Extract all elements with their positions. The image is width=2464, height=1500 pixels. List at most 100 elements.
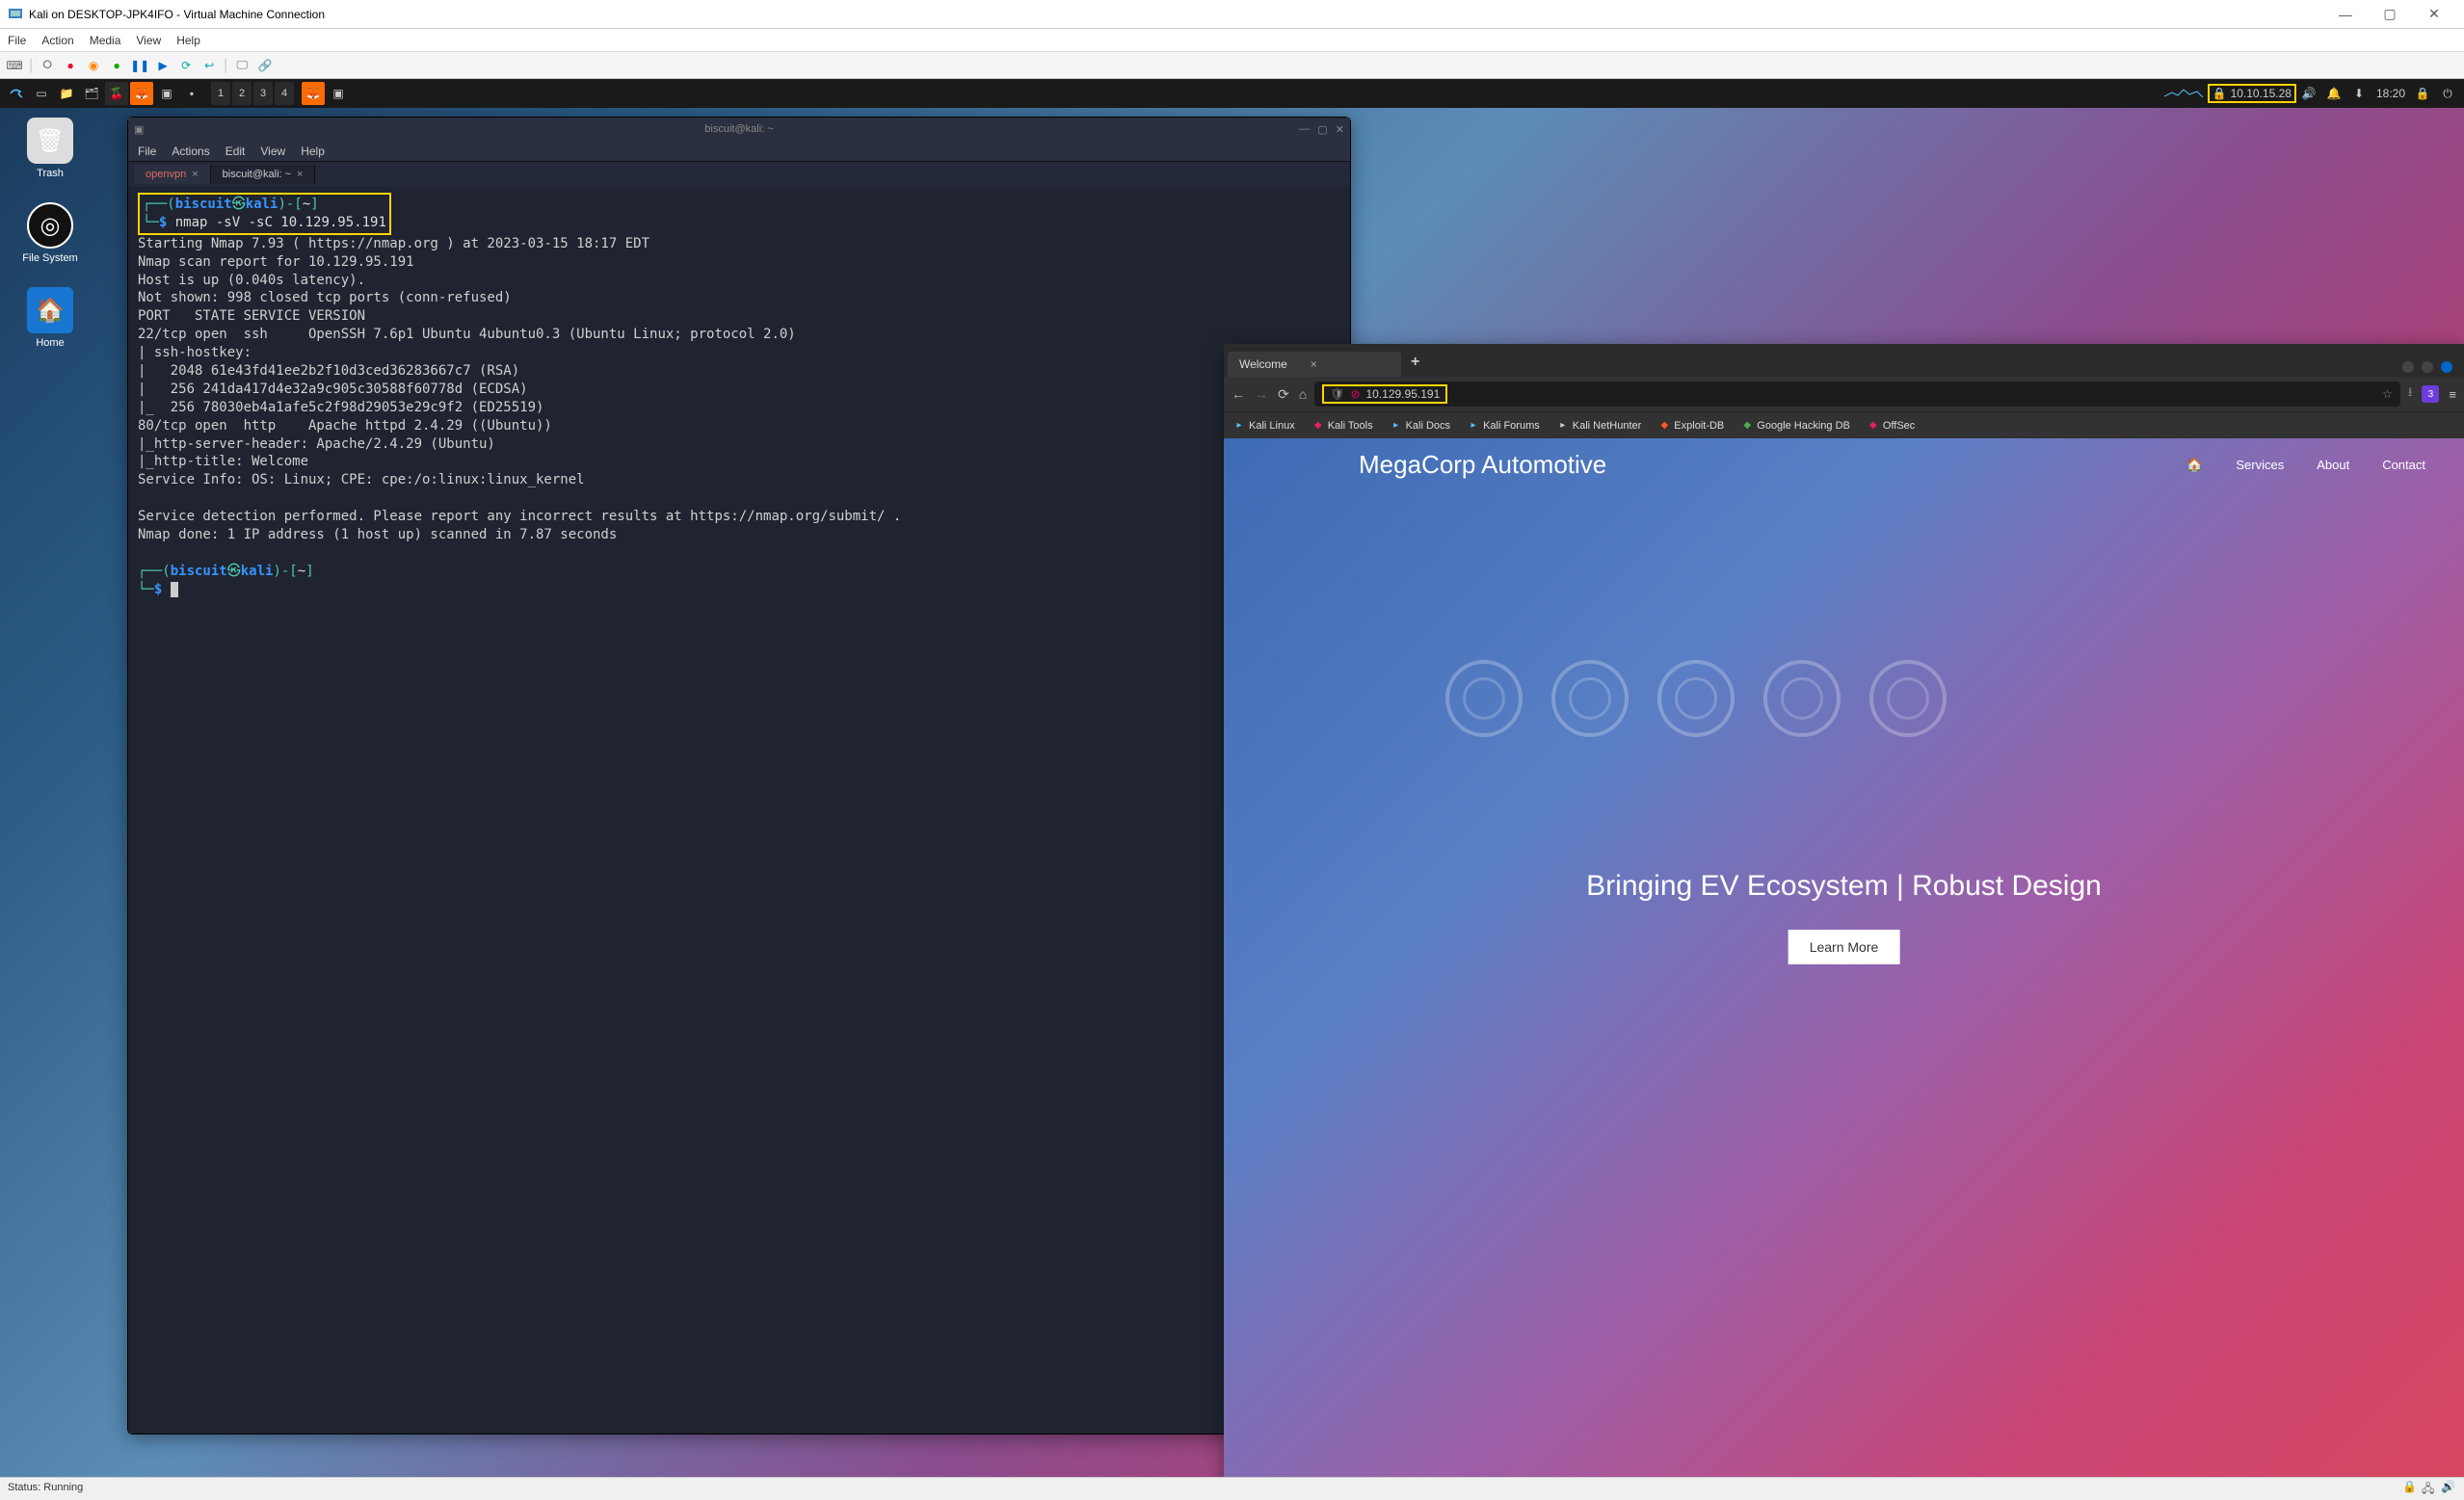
- taskbar-cherrytree-icon[interactable]: 🍒: [105, 82, 128, 105]
- url-bar[interactable]: 🛡 ⊘ 10.129.95.191 ☆: [1314, 382, 2400, 407]
- workspace-1[interactable]: 1: [211, 82, 230, 105]
- nethunter-icon: ▸: [1557, 420, 1569, 432]
- bookmark-kali-forums[interactable]: ▸Kali Forums: [1468, 420, 1540, 432]
- vm-toolbar: ⌨ | ⭘ ● ◉ ● ❚❚ ▶ ⟳ ↩ | 🖵 🔗: [0, 52, 2464, 79]
- network-graph-icon[interactable]: [2160, 82, 2207, 105]
- nav-reload-icon[interactable]: ⟳: [1278, 386, 1289, 403]
- term-menu-actions[interactable]: Actions: [172, 145, 209, 158]
- vm-menu-media[interactable]: Media: [90, 34, 121, 47]
- nav-about[interactable]: About: [2317, 458, 2349, 472]
- home-icon: 🏠: [27, 287, 73, 333]
- learn-more-button[interactable]: Learn More: [1788, 930, 1900, 964]
- bookmark-kali-nethunter[interactable]: ▸Kali NetHunter: [1557, 420, 1642, 432]
- taskbar-firefox1-icon[interactable]: 🦊: [130, 82, 153, 105]
- taskbar-terminal2-icon[interactable]: ▪: [180, 82, 203, 105]
- start-icon[interactable]: ⭘: [39, 57, 56, 74]
- bookmark-kali-docs[interactable]: ▸Kali Docs: [1391, 420, 1450, 432]
- prompt-host: kali: [246, 197, 278, 212]
- bookmarks-bar: ▸Kali Linux ◆Kali Tools ▸Kali Docs ▸Kali…: [1224, 411, 2464, 438]
- shutdown-icon[interactable]: ◉: [85, 57, 102, 74]
- terminal-minimize-button[interactable]: —: [1299, 123, 1310, 136]
- term-menu-edit[interactable]: Edit: [225, 145, 246, 158]
- vm-menu-file[interactable]: File: [8, 34, 26, 47]
- bookmark-exploit-db[interactable]: ◆Exploit-DB: [1658, 420, 1724, 432]
- browser-tab-welcome[interactable]: Welcome ×: [1228, 352, 1401, 377]
- workspace-2[interactable]: 2: [232, 82, 252, 105]
- terminal-close-button[interactable]: ✕: [1336, 123, 1344, 136]
- nav-back-icon[interactable]: ←: [1232, 386, 1245, 402]
- checkpoint-icon[interactable]: ⟳: [177, 57, 195, 74]
- vm-menu-help[interactable]: Help: [176, 34, 200, 47]
- downloads-icon[interactable]: ⭳: [2408, 383, 2413, 405]
- vm-close-button[interactable]: ✕: [2412, 0, 2456, 29]
- save-icon[interactable]: ●: [108, 57, 125, 74]
- clock-text[interactable]: 18:20: [2372, 82, 2409, 105]
- terminal-titlebar[interactable]: ▣ biscuit@kali: ~ — ▢ ✕: [128, 118, 1350, 141]
- revert-icon[interactable]: ↩: [200, 57, 218, 74]
- workspace-4[interactable]: 4: [275, 82, 294, 105]
- site-home-icon[interactable]: 🏠: [2186, 457, 2203, 473]
- term-menu-help[interactable]: Help: [301, 145, 325, 158]
- extension-badge[interactable]: 3: [2422, 385, 2439, 403]
- terminal-window: ▣ biscuit@kali: ~ — ▢ ✕ File Actions Edi…: [127, 117, 1351, 1434]
- tab-close-icon[interactable]: ×: [192, 169, 198, 180]
- taskbar-terminal1-icon[interactable]: ▣: [155, 82, 178, 105]
- reset-icon[interactable]: ▶: [154, 57, 172, 74]
- enhanced-session-icon[interactable]: 🖵: [233, 57, 251, 74]
- share-icon[interactable]: 🔗: [256, 57, 274, 74]
- bookmark-kali-tools[interactable]: ◆Kali Tools: [1312, 420, 1373, 432]
- nav-services[interactable]: Services: [2236, 458, 2284, 472]
- taskbar-firefox2-icon[interactable]: 🦊: [302, 82, 325, 105]
- power-icon[interactable]: ⏻: [2436, 82, 2459, 105]
- bookmark-ghdb[interactable]: ◆Google Hacking DB: [1741, 420, 1850, 432]
- workspace-3[interactable]: 3: [253, 82, 273, 105]
- browser-close-button[interactable]: [2441, 361, 2452, 373]
- tab-close-icon[interactable]: ×: [1311, 357, 1317, 371]
- bookmark-offsec[interactable]: ◆OffSec: [1868, 420, 1915, 432]
- bookmark-star-icon[interactable]: ☆: [2382, 387, 2393, 401]
- browser-maximize-button[interactable]: [2422, 361, 2433, 373]
- vpn-ip-text: 10.10.15.28: [2231, 87, 2292, 100]
- terminal-tab-openvpn[interactable]: openvpn ×: [134, 165, 211, 184]
- term-menu-view[interactable]: View: [260, 145, 285, 158]
- browser-minimize-button[interactable]: [2402, 361, 2414, 373]
- exploitdb-icon: ◆: [1658, 420, 1670, 432]
- notifications-icon[interactable]: 🔔: [2322, 82, 2345, 105]
- terminal-tab-shell[interactable]: biscuit@kali: ~ ×: [211, 165, 316, 184]
- new-tab-button[interactable]: +: [1401, 348, 1429, 377]
- nav-contact[interactable]: Contact: [2382, 458, 2425, 472]
- screen-lock-icon[interactable]: 🔒: [2411, 82, 2434, 105]
- vm-status-text: Status: Running: [8, 1482, 83, 1493]
- show-desktop-icon[interactable]: ▭: [30, 82, 53, 105]
- vm-maximize-button[interactable]: ▢: [2368, 0, 2412, 29]
- terminal-body[interactable]: ┌──(biscuit㉿kali)-[~] └─$ nmap -sV -sC 1…: [128, 187, 1350, 1434]
- files-icon[interactable]: 🗂: [80, 82, 103, 105]
- vm-menu-view[interactable]: View: [136, 34, 161, 47]
- nav-forward-icon[interactable]: →: [1255, 386, 1268, 402]
- ctrl-alt-del-icon[interactable]: ⌨: [6, 57, 23, 74]
- turnoff-icon[interactable]: ●: [62, 57, 79, 74]
- vm-minimize-button[interactable]: —: [2323, 0, 2368, 29]
- site-brand[interactable]: MegaCorp Automotive: [1359, 450, 1606, 480]
- folder-icon[interactable]: 📁: [55, 82, 78, 105]
- nav-home-icon[interactable]: ⌂: [1299, 386, 1307, 402]
- vm-menu-action[interactable]: Action: [41, 34, 73, 47]
- bookmark-kali-linux[interactable]: ▸Kali Linux: [1233, 420, 1295, 432]
- updates-icon[interactable]: ⬇: [2347, 82, 2371, 105]
- desktop-trash[interactable]: 🗑 Trash: [12, 118, 89, 179]
- tab-close-icon[interactable]: ×: [297, 169, 303, 180]
- taskbar-terminal3-icon[interactable]: ▣: [327, 82, 350, 105]
- volume-icon[interactable]: 🔊: [2297, 82, 2320, 105]
- pause-icon[interactable]: ❚❚: [131, 57, 148, 74]
- term-menu-file[interactable]: File: [138, 145, 156, 158]
- desktop-filesystem[interactable]: ◎ File System: [12, 202, 89, 264]
- terminal-title-text: biscuit@kali: ~: [704, 123, 773, 135]
- kali-menu-icon[interactable]: [5, 82, 28, 105]
- app-menu-icon[interactable]: ≡: [2449, 387, 2456, 402]
- desktop-home[interactable]: 🏠 Home: [12, 287, 89, 349]
- hero-section: Bringing EV Ecosystem | Robust Design Le…: [1586, 870, 2102, 964]
- tracking-shield-icon[interactable]: 🛡: [1330, 387, 1344, 401]
- terminal-maximize-button[interactable]: ▢: [1317, 123, 1327, 136]
- status-speaker-icon: 🔊: [2441, 1480, 2456, 1495]
- vpn-ip-indicator[interactable]: 🔒 10.10.15.28: [2208, 84, 2296, 103]
